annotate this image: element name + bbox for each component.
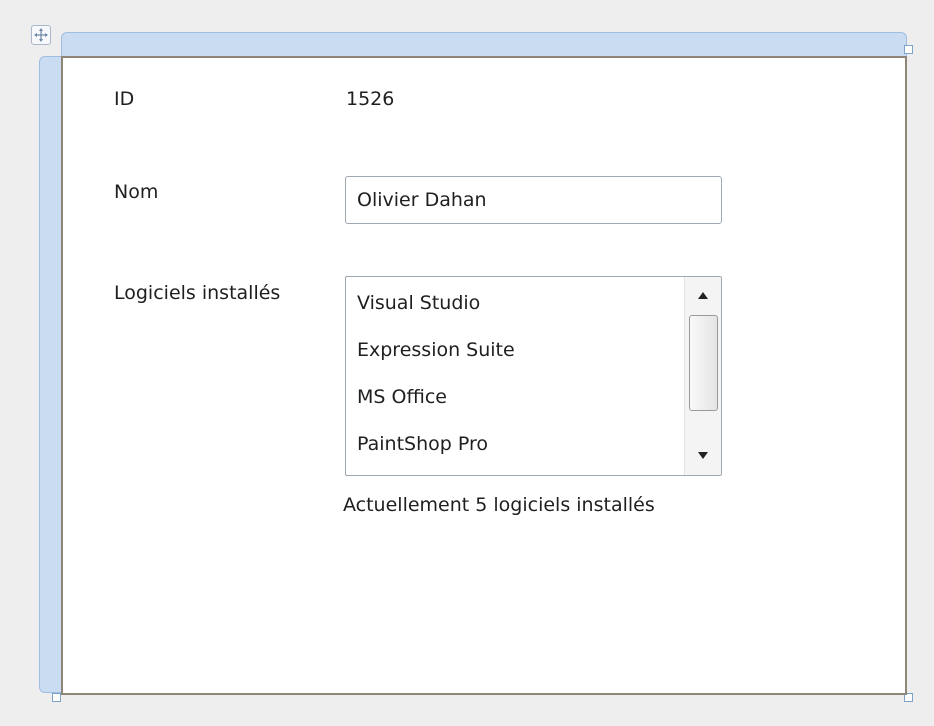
row-adorner[interactable] <box>39 56 61 693</box>
move-icon <box>34 28 48 42</box>
scroll-down-arrow-icon <box>698 452 708 459</box>
scroll-thumb[interactable] <box>689 315 718 411</box>
resize-handle-top-right[interactable] <box>904 45 913 54</box>
id-label: ID <box>114 88 135 110</box>
resize-handle-bottom-left[interactable] <box>52 693 61 702</box>
move-handle[interactable] <box>31 25 51 45</box>
scroll-up-arrow-icon <box>698 292 708 299</box>
software-label: Logiciels installés <box>114 282 281 304</box>
software-count-text: Actuellement 5 logiciels installés <box>343 494 655 516</box>
list-item[interactable]: MS Office <box>346 371 684 418</box>
id-value: 1526 <box>346 88 395 110</box>
name-input[interactable] <box>345 176 722 224</box>
vertical-scrollbar[interactable] <box>684 277 721 475</box>
list-item[interactable]: Expression Suite <box>346 324 684 371</box>
list-item[interactable]: PaintShop Pro <box>346 418 684 465</box>
scroll-down-button[interactable] <box>685 437 721 475</box>
software-list: Visual Studio Expression Suite MS Office… <box>346 277 684 465</box>
scroll-up-button[interactable] <box>685 277 721 315</box>
list-item[interactable]: Visual Studio <box>346 277 684 324</box>
column-adorner[interactable] <box>61 32 907 56</box>
name-label: Nom <box>114 181 159 203</box>
software-listbox[interactable]: Visual Studio Expression Suite MS Office… <box>345 276 722 476</box>
